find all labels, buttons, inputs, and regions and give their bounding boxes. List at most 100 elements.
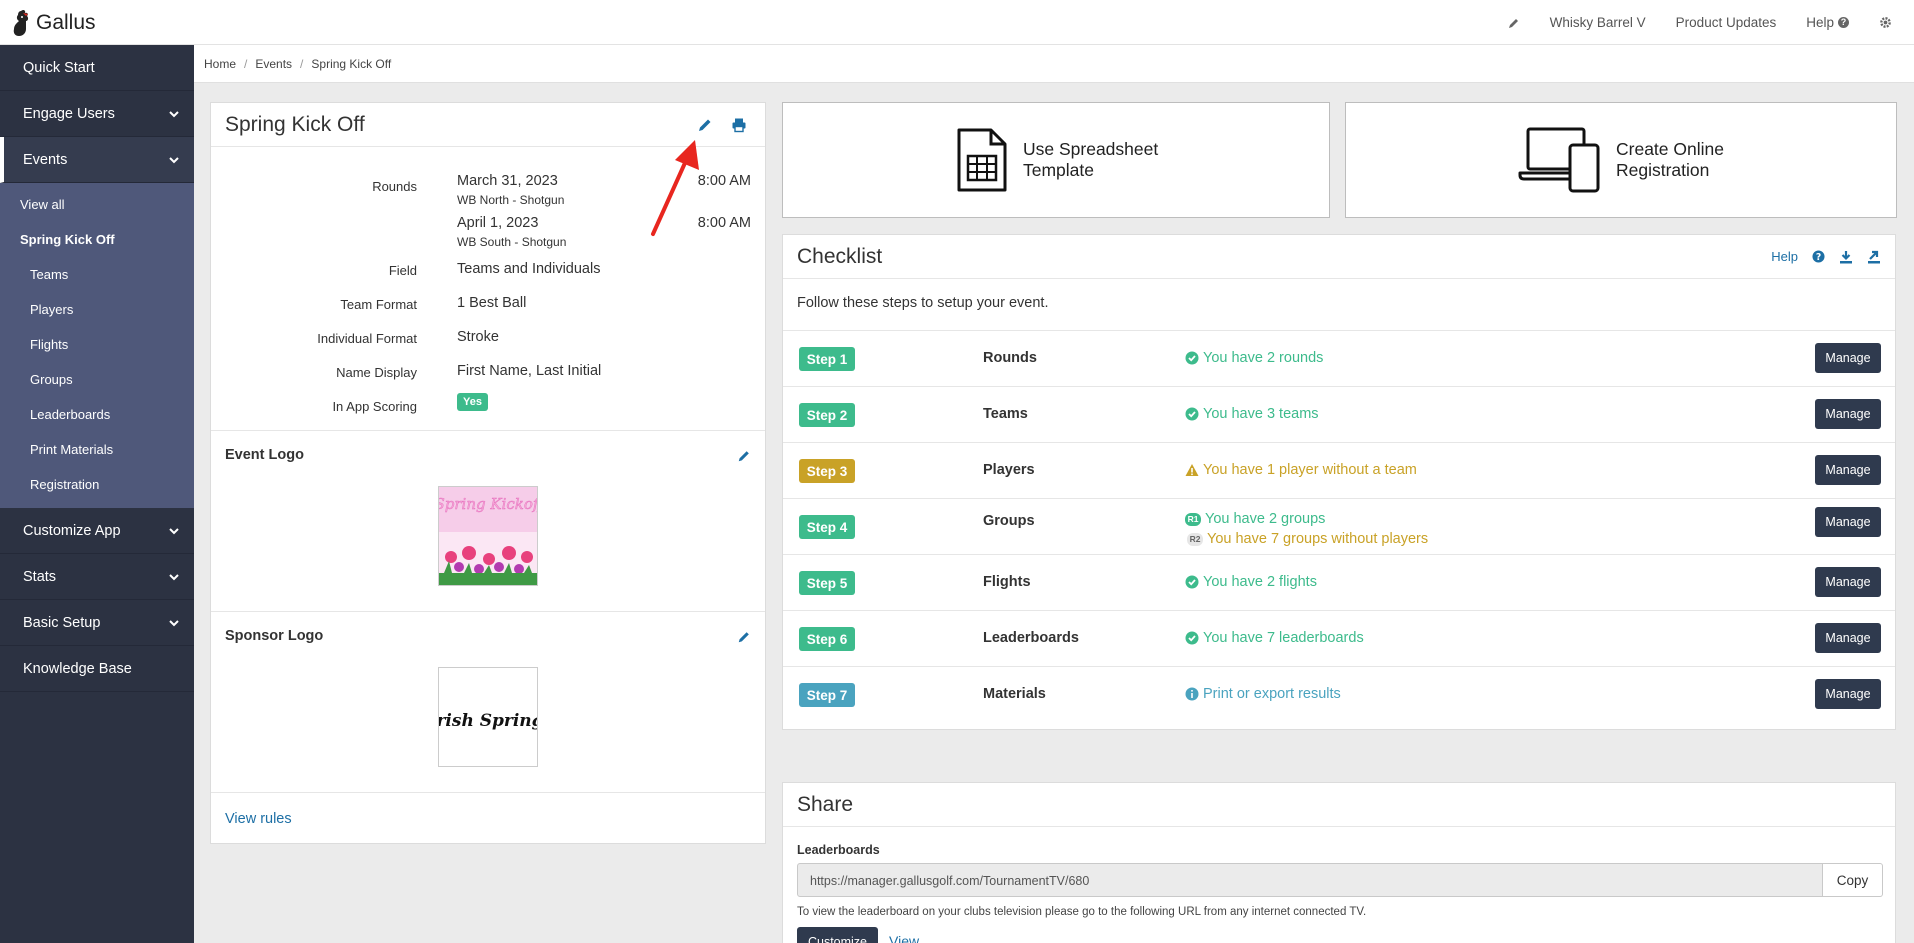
event-details: Rounds March 31, 2023 WB North - Shotgun…: [211, 147, 765, 431]
manage-materials-button[interactable]: Manage: [1815, 679, 1881, 709]
in-app-scoring-badge: Yes: [457, 393, 488, 411]
breadcrumb-home[interactable]: Home: [204, 57, 236, 71]
chevron-down-icon: [169, 111, 179, 118]
help-link[interactable]: Help ?: [1806, 15, 1849, 30]
nav-customize-app[interactable]: Customize App: [0, 508, 194, 554]
step-name: Leaderboards: [983, 630, 1079, 646]
step-badge: Step 5: [799, 571, 855, 595]
step-status: R1 You have 2 groups: [1185, 511, 1325, 527]
checklist-step-row: Step 5 Flights You have 2 flights Manage: [783, 555, 1895, 611]
nav-knowledge-base[interactable]: Knowledge Base: [0, 646, 194, 692]
edit-event-icon[interactable]: [697, 117, 713, 133]
view-rules-link[interactable]: View rules: [225, 811, 292, 827]
manage-rounds-button[interactable]: Manage: [1815, 343, 1881, 373]
rooster-logo-icon: [13, 9, 29, 37]
spreadsheet-template-card[interactable]: Use Spreadsheet Template: [782, 102, 1330, 218]
subnav-teams[interactable]: Teams: [0, 257, 194, 292]
product-updates-link[interactable]: Product Updates: [1676, 15, 1777, 30]
subnav-players[interactable]: Players: [0, 292, 194, 327]
manage-leaderboards-button[interactable]: Manage: [1815, 623, 1881, 653]
nav-label: Quick Start: [23, 59, 95, 76]
round-2-date: April 1, 2023: [457, 215, 539, 231]
nav-label: Knowledge Base: [23, 660, 132, 677]
leaderboard-url-field[interactable]: https://manager.gallusgolf.com/Tournamen…: [797, 863, 1823, 897]
sponsor-logo-wordmark: Irish Spring.: [439, 711, 538, 731]
event-details-panel: Spring Kick Off Rounds March 31, 2023 WB…: [210, 102, 766, 844]
warning-icon: [1185, 464, 1199, 476]
club-selector[interactable]: Whisky Barrel V: [1550, 15, 1646, 30]
checklist-step-row: Step 4 Groups R1 You have 2 groups R2 Yo…: [783, 499, 1895, 555]
brand-name: Gallus: [36, 11, 96, 34]
manage-teams-button[interactable]: Manage: [1815, 399, 1881, 429]
event-logo-graphic: Spring Kickoff: [439, 487, 537, 585]
check-circle-icon: [1185, 351, 1199, 365]
info-icon: [1185, 687, 1199, 701]
manage-players-button[interactable]: Manage: [1815, 455, 1881, 485]
subnav-registration[interactable]: Registration: [0, 467, 194, 502]
checklist-help-link[interactable]: Help: [1771, 249, 1798, 264]
subnav-flights[interactable]: Flights: [0, 327, 194, 362]
nav-stats[interactable]: Stats: [0, 554, 194, 600]
subnav-print-materials[interactable]: Print Materials: [0, 432, 194, 467]
question-icon[interactable]: ?: [1812, 250, 1825, 263]
checklist-step-row: Step 1 Rounds You have 2 rounds Manage: [783, 331, 1895, 387]
step-status-text[interactable]: Print or export results: [1203, 686, 1341, 702]
step-name: Materials: [983, 686, 1046, 702]
subnav-leaderboards[interactable]: Leaderboards: [0, 397, 194, 432]
edit-event-logo-icon[interactable]: [737, 449, 751, 463]
field-value: Teams and Individuals: [457, 261, 601, 277]
chevron-down-icon: [169, 528, 179, 535]
name-display-value: First Name, Last Initial: [457, 363, 602, 379]
brand[interactable]: Gallus: [10, 9, 96, 37]
step-status-text[interactable]: You have 2 groups: [1205, 511, 1325, 527]
name-display-label: Name Display: [336, 365, 417, 380]
step-name: Teams: [983, 406, 1028, 422]
share-header: Share: [783, 783, 1895, 827]
round-2-course: WB South - Shotgun: [457, 235, 567, 249]
copy-button[interactable]: Copy: [1823, 863, 1883, 897]
nav-engage-users[interactable]: Engage Users: [0, 91, 194, 137]
step-status-text[interactable]: You have 7 groups without players: [1207, 531, 1428, 547]
step-status-text[interactable]: You have 7 leaderboards: [1203, 630, 1364, 646]
round-2-time: 8:00 AM: [697, 215, 751, 231]
manage-groups-button[interactable]: Manage: [1815, 507, 1881, 537]
subnav-current-event[interactable]: Spring Kick Off: [0, 222, 194, 257]
round-1-tag: R1: [1185, 512, 1201, 526]
download-icon[interactable]: [1839, 250, 1853, 264]
nav-basic-setup[interactable]: Basic Setup: [0, 600, 194, 646]
step-status: You have 7 leaderboards: [1185, 630, 1364, 646]
devices-icon: [1518, 127, 1600, 193]
step-badge: Step 4: [799, 515, 855, 539]
step-status-text[interactable]: You have 3 teams: [1203, 406, 1319, 422]
rounds-label: Rounds: [372, 179, 417, 194]
help-label: Help: [1806, 15, 1834, 30]
top-nav: Whisky Barrel V Product Updates Help ?: [1478, 0, 1892, 45]
pencil-tool-icon[interactable]: [1508, 17, 1520, 29]
breadcrumb-events[interactable]: Events: [255, 57, 292, 71]
nav-events[interactable]: Events: [0, 137, 194, 183]
sponsor-logo-image: Irish Spring.: [438, 667, 538, 767]
step-status-text[interactable]: You have 2 rounds: [1203, 350, 1323, 366]
export-icon[interactable]: [1867, 250, 1881, 264]
step-status-text[interactable]: You have 2 flights: [1203, 574, 1317, 590]
nav-quick-start[interactable]: Quick Start: [0, 45, 194, 91]
online-registration-card[interactable]: Create Online Registration: [1345, 102, 1897, 218]
share-help-text: To view the leaderboard on your clubs te…: [797, 906, 1367, 918]
subnav-groups[interactable]: Groups: [0, 362, 194, 397]
edit-sponsor-logo-icon[interactable]: [737, 630, 751, 644]
field-label: Field: [388, 263, 417, 278]
print-icon[interactable]: [731, 117, 747, 133]
share-title: Share: [797, 793, 854, 816]
registration-card-label: Create Online Registration: [1616, 139, 1724, 180]
nav-label: Events: [23, 151, 68, 168]
checklist-intro: Follow these steps to setup your event.: [783, 279, 1895, 331]
view-link[interactable]: View: [889, 933, 919, 943]
customize-button[interactable]: Customize: [797, 927, 878, 943]
step-status-text[interactable]: You have 1 player without a team: [1203, 462, 1417, 478]
gear-icon[interactable]: [1879, 16, 1892, 29]
round-1-time: 8:00 AM: [697, 173, 751, 189]
subnav-view-all[interactable]: View all: [0, 187, 194, 222]
step-status: You have 3 teams: [1185, 406, 1319, 422]
nav-label: Stats: [23, 568, 57, 585]
manage-flights-button[interactable]: Manage: [1815, 567, 1881, 597]
